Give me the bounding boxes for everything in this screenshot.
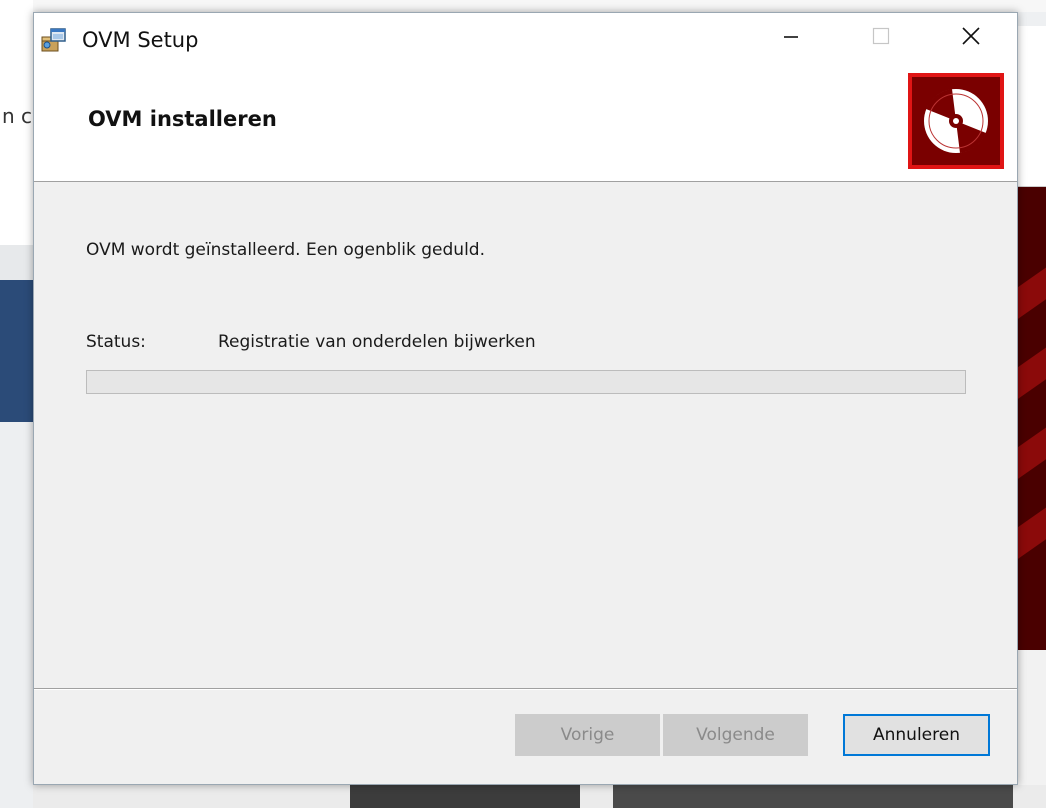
installer-package-icon — [39, 25, 69, 55]
install-description: OVM wordt geïnstalleerd. Een ogenblik ge… — [86, 240, 486, 260]
background-bottom — [33, 785, 1046, 808]
status-label: Status: — [86, 332, 146, 352]
page-title: OVM installeren — [88, 107, 277, 131]
maximize-button[interactable] — [836, 13, 926, 63]
window-title: OVM Setup — [82, 28, 199, 52]
wizard-header: OVM installeren — [34, 69, 1017, 182]
background-window-text: n c — [2, 104, 32, 128]
status-value: Registratie van onderdelen bijwerken — [218, 332, 536, 352]
maximize-icon — [871, 26, 891, 50]
background-window-blue-panel — [0, 280, 33, 422]
cancel-button[interactable]: Annuleren — [843, 714, 990, 756]
close-icon — [960, 25, 982, 51]
minimize-button[interactable] — [746, 13, 836, 63]
close-button[interactable] — [926, 13, 1016, 63]
back-button[interactable]: Vorige — [515, 714, 660, 756]
background-window-right-top — [1018, 26, 1046, 187]
setup-dialog: OVM Setup OVM installeren OVM wordt geïn… — [33, 12, 1018, 785]
next-button[interactable]: Volgende — [663, 714, 808, 756]
header-banner — [908, 73, 1004, 169]
disc-icon — [912, 77, 1000, 169]
background-window-band — [0, 245, 33, 280]
background-window-lower — [0, 422, 33, 808]
minimize-icon — [781, 26, 801, 50]
wizard-body: OVM wordt geïnstalleerd. Een ogenblik ge… — [34, 182, 1017, 688]
install-progress-bar — [86, 370, 966, 394]
footer-divider — [34, 688, 1017, 690]
title-bar[interactable]: OVM Setup — [34, 13, 1017, 69]
background-top-strip — [33, 0, 1046, 12]
